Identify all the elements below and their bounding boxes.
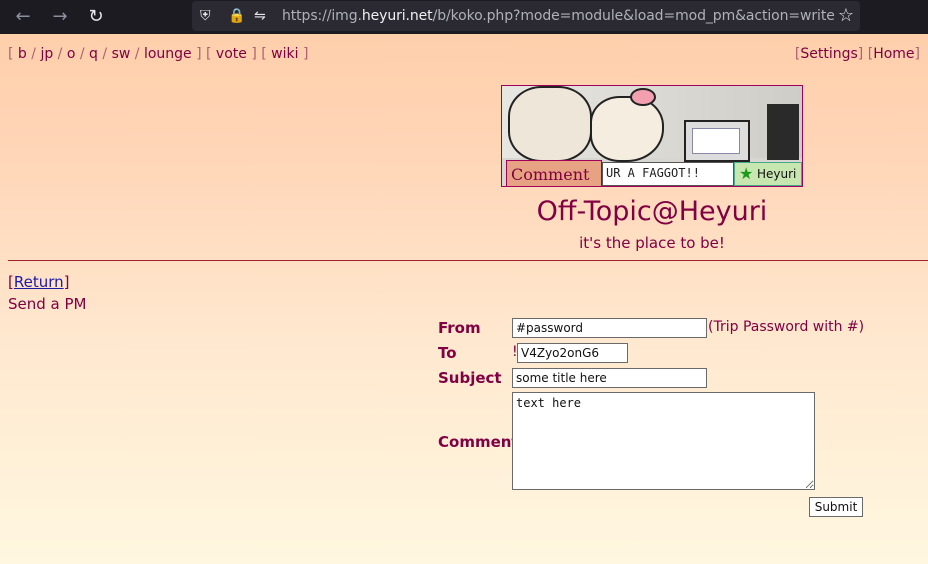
board-link-vote[interactable]: vote — [216, 46, 247, 62]
comment-textarea[interactable]: text here — [512, 392, 815, 490]
comment-label: Comment — [438, 433, 519, 451]
subject-field[interactable] — [512, 368, 707, 388]
forward-arrow-icon[interactable]: → — [49, 6, 71, 28]
board-link-wiki[interactable]: wiki — [271, 46, 298, 62]
star-icon: ★ — [739, 164, 754, 183]
reload-icon[interactable]: ↻ — [85, 6, 107, 28]
from-label: From — [438, 319, 481, 337]
board-nav: [ b / jp / o / q / sw / lounge ] [ vote … — [8, 46, 309, 62]
url-domain: heyuri.net — [361, 8, 433, 24]
send-pm-heading: Send a PM — [8, 295, 87, 313]
board-link-jp[interactable]: jp — [40, 46, 53, 62]
home-link[interactable]: Home — [873, 46, 914, 62]
banner-comment-label: Comment — [511, 165, 590, 184]
settings-link[interactable]: Settings — [800, 46, 857, 62]
browser-toolbar: ← → ↻ ⛨ 🔒 ⇋ https://img.heyuri.net/b/kok… — [0, 0, 928, 34]
board-link-o[interactable]: o — [67, 46, 76, 62]
from-hint: (Trip Password with #) — [708, 319, 865, 335]
return-link[interactable]: Return — [14, 273, 64, 291]
board-link-lounge[interactable]: lounge — [144, 46, 192, 62]
banner-heyuri-button: ★ Heyuri — [734, 162, 802, 186]
url-prefix: https://img. — [282, 8, 362, 24]
url-rest: /b/koko.php?mode=module&load=mod_pm&acti… — [432, 8, 835, 24]
page-subtitle: it's the place to be! — [579, 234, 725, 252]
to-label: To — [438, 344, 457, 362]
board-banner[interactable]: Comment UR A FAGGOT!! ★ Heyuri — [501, 85, 803, 187]
banner-figure-left — [508, 86, 592, 162]
lock-icon[interactable]: 🔒 — [228, 6, 245, 26]
banner-comment-box: Comment — [506, 160, 602, 186]
submit-button[interactable]: Submit — [809, 497, 863, 517]
permissions-icon[interactable]: ⇋ — [254, 6, 266, 26]
banner-monitor — [684, 120, 750, 162]
subject-label: Subject — [438, 369, 502, 387]
from-field[interactable] — [512, 318, 707, 338]
banner-input-box: UR A FAGGOT!! — [602, 162, 734, 186]
address-bar[interactable]: ⛨ 🔒 ⇋ https://img.heyuri.net/b/koko.php?… — [192, 1, 860, 31]
shield-icon[interactable]: ⛨ — [200, 6, 211, 26]
top-right-links: [Settings] [Home] — [794, 46, 920, 62]
banner-character — [590, 96, 664, 162]
return-link-wrapper: [Return] — [8, 273, 70, 291]
banner-pc-tower — [767, 104, 799, 160]
back-arrow-icon[interactable]: ← — [12, 6, 34, 28]
board-link-q[interactable]: q — [89, 46, 98, 62]
url-text[interactable]: https://img.heyuri.net/b/koko.php?mode=m… — [282, 8, 835, 24]
board-link-sw[interactable]: sw — [112, 46, 131, 62]
banner-input-text: UR A FAGGOT!! — [606, 166, 700, 180]
bookmark-star-icon[interactable]: ☆ — [838, 5, 854, 27]
to-field[interactable] — [517, 343, 628, 363]
banner-button-label: Heyuri — [757, 167, 797, 181]
divider — [8, 260, 928, 261]
page-title: Off-Topic@Heyuri — [536, 196, 768, 227]
banner-bow — [630, 88, 656, 106]
board-link-b[interactable]: b — [18, 46, 27, 62]
